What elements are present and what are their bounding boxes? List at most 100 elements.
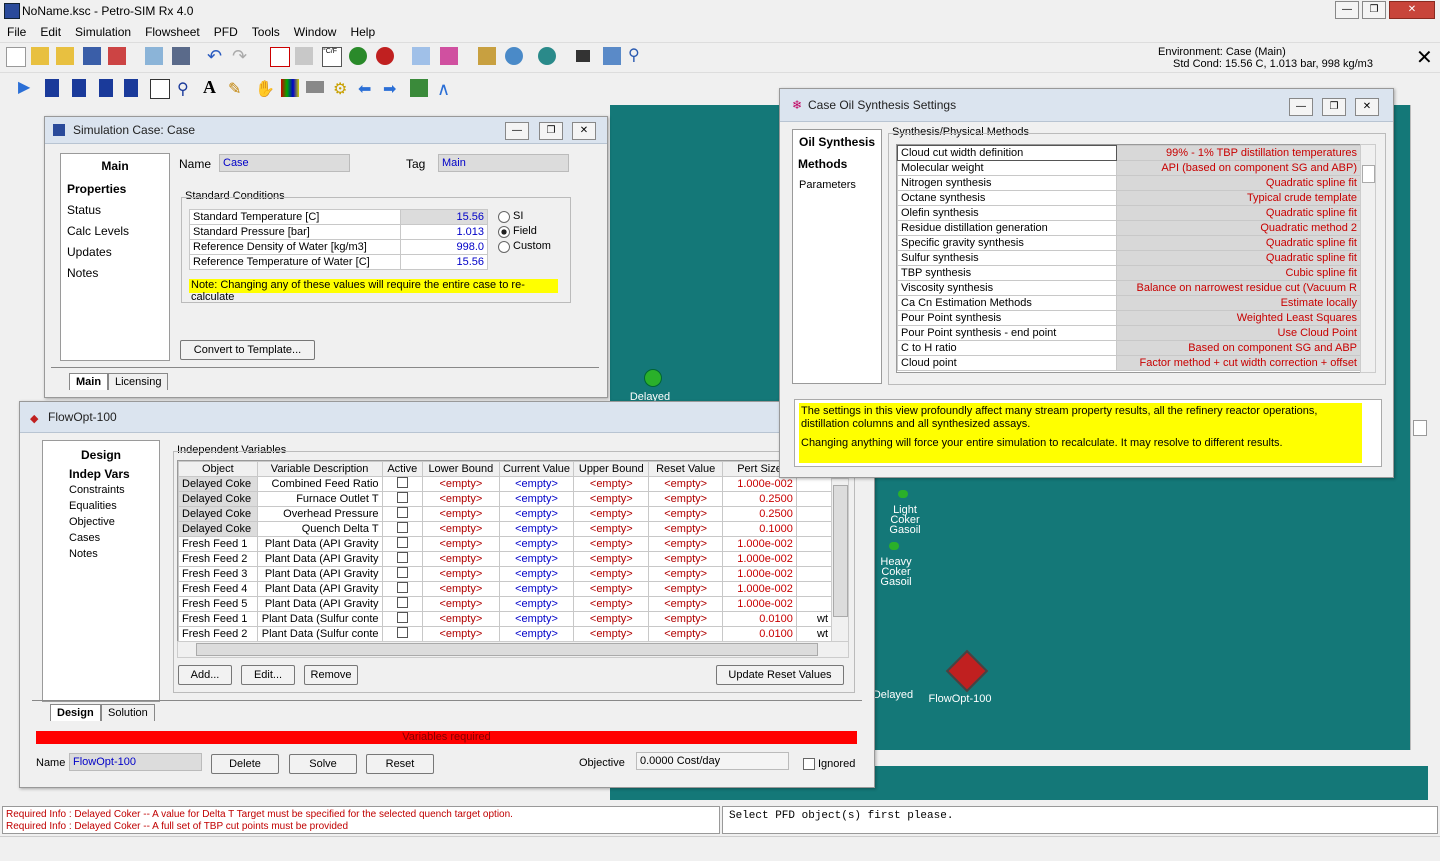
indep-var-upper-bound[interactable]: <empty>	[573, 566, 650, 582]
oil-nav-methods[interactable]: Methods	[798, 157, 847, 171]
tools-icon[interactable]	[295, 47, 313, 65]
gear-icon[interactable]: ⚙	[333, 79, 351, 98]
active-checkbox[interactable]	[396, 492, 408, 503]
synthesis-method-value[interactable]: Quadratic method 2	[1116, 220, 1361, 236]
synthesis-method-value[interactable]: 99% - 1% TBP distillation temperatures	[1116, 145, 1361, 161]
new-file-icon[interactable]	[6, 47, 26, 67]
column-icon-4[interactable]	[124, 79, 138, 97]
indep-var-current-value[interactable]: <empty>	[498, 476, 575, 492]
case-tag-field[interactable]: Main	[438, 154, 569, 172]
active-checkbox[interactable]	[396, 597, 408, 608]
case-nav-main[interactable]: Main	[61, 159, 169, 173]
indep-var-current-value[interactable]: <empty>	[498, 626, 575, 642]
indep-var-lower-bound[interactable]: <empty>	[422, 551, 500, 567]
menu-flowsheet[interactable]: Flowsheet	[138, 22, 207, 39]
indep-var-lower-bound[interactable]: <empty>	[422, 581, 500, 597]
chart-icon[interactable]	[270, 47, 290, 67]
indep-var-object[interactable]: Delayed Coke	[178, 491, 258, 507]
indep-var-current-value[interactable]: <empty>	[498, 566, 575, 582]
indep-var-pert-size[interactable]: 1.000e-002	[722, 596, 797, 612]
flowopt-nav-equalities[interactable]: Equalities	[69, 500, 117, 512]
indep-var-active[interactable]	[381, 581, 424, 597]
indep-var-upper-bound[interactable]: <empty>	[573, 611, 650, 627]
indep-var-active[interactable]	[381, 536, 424, 552]
close-doc-icon[interactable]: ✕	[1416, 45, 1433, 70]
indep-var-reset-value[interactable]: <empty>	[648, 596, 724, 612]
synthesis-method-value[interactable]: API (based on component SG and ABP)	[1116, 160, 1361, 176]
indep-var-reset-value[interactable]: <empty>	[648, 551, 724, 567]
indep-var-lower-bound[interactable]: <empty>	[422, 506, 500, 522]
indep-var-current-value[interactable]: <empty>	[498, 536, 575, 552]
tab-main[interactable]: Main	[69, 373, 109, 390]
close-button[interactable]: ✕	[1389, 1, 1435, 19]
oil-close-button[interactable]: ✕	[1355, 98, 1379, 116]
compass-icon[interactable]: ∧	[437, 79, 455, 99]
play-icon[interactable]: ▶	[18, 79, 36, 97]
flowopt-name-field[interactable]: FlowOpt-100	[69, 753, 202, 771]
radio-field[interactable]	[498, 226, 510, 238]
indep-var-active[interactable]	[381, 596, 424, 612]
indep-var-current-value[interactable]: <empty>	[498, 581, 575, 597]
column-icon-2[interactable]	[72, 79, 86, 97]
indep-var-lower-bound[interactable]: <empty>	[422, 521, 500, 537]
indep-var-row[interactable]: Delayed Coke Quench Delta T <empty> <empty>…	[178, 521, 832, 537]
indep-var-row[interactable]: Fresh Feed 3 Plant Data (API Gravity <empt…	[178, 566, 832, 582]
indep-var-upper-bound[interactable]: <empty>	[573, 536, 650, 552]
indep-var-pert-size[interactable]: 0.2500	[722, 491, 797, 507]
flow-icon[interactable]	[412, 47, 430, 65]
radio-si[interactable]	[498, 211, 510, 223]
synthesis-method-value[interactable]: Estimate locally	[1116, 295, 1361, 311]
remove-button[interactable]: Remove	[304, 665, 358, 685]
indep-var-active[interactable]	[381, 611, 424, 627]
indep-var-pert-size[interactable]: 0.0100	[722, 611, 797, 627]
indep-var-pert-size[interactable]: 1.000e-002	[722, 566, 797, 582]
indep-var-pert-size[interactable]: 1.000e-002	[722, 536, 797, 552]
indep-var-lower-bound[interactable]: <empty>	[422, 596, 500, 612]
synthesis-method-value[interactable]: Weighted Least Squares	[1116, 310, 1361, 326]
indep-var-row[interactable]: Fresh Feed 5 Plant Data (API Gravity <empt…	[178, 596, 832, 612]
indep-var-pert-size[interactable]: 1.000e-002	[722, 476, 797, 492]
radio-custom[interactable]	[498, 241, 510, 253]
flowopt-nav-indep-vars[interactable]: Indep Vars	[69, 467, 130, 481]
case-restore-button[interactable]: ❐	[539, 122, 563, 140]
oil-nav-parameters[interactable]: Parameters	[799, 179, 856, 191]
indep-var-upper-bound[interactable]: <empty>	[573, 581, 650, 597]
scroll-thumb[interactable]	[1413, 420, 1427, 436]
indep-var-upper-bound[interactable]: <empty>	[573, 506, 650, 522]
oil-restore-button[interactable]: ❐	[1322, 98, 1346, 116]
solver-green-icon[interactable]	[349, 47, 367, 65]
indep-var-upper-bound[interactable]: <empty>	[573, 476, 650, 492]
tab-design[interactable]: Design	[50, 704, 101, 721]
case-minimize-button[interactable]: —	[505, 122, 529, 140]
std-pressure-value[interactable]: 1.013	[400, 224, 488, 240]
flowopt-nav-constraints[interactable]: Constraints	[69, 484, 125, 496]
case-nav-updates[interactable]: Updates	[67, 245, 112, 259]
synthesis-method-value[interactable]: Quadratic spline fit	[1116, 250, 1361, 266]
active-checkbox[interactable]	[396, 567, 408, 578]
case-nav-notes[interactable]: Notes	[67, 266, 98, 280]
synthesis-method-value[interactable]: Quadratic spline fit	[1116, 235, 1361, 251]
active-checkbox[interactable]	[396, 582, 408, 593]
indep-var-active[interactable]	[381, 626, 424, 642]
indep-var-object[interactable]: Fresh Feed 5	[178, 596, 258, 612]
indep-var-lower-bound[interactable]: <empty>	[422, 476, 500, 492]
indep-var-active[interactable]	[381, 476, 424, 492]
menu-help[interactable]: Help	[343, 22, 382, 39]
indep-var-lower-bound[interactable]: <empty>	[422, 566, 500, 582]
indep-var-pert-size[interactable]: 1.000e-002	[722, 581, 797, 597]
indep-var-pert-size[interactable]: 0.2500	[722, 506, 797, 522]
indep-var-row[interactable]: Fresh Feed 2 Plant Data (Sulfur conte <emp…	[178, 626, 832, 642]
open-folder-icon[interactable]	[31, 47, 49, 65]
indep-var-upper-bound[interactable]: <empty>	[573, 551, 650, 567]
indep-var-lower-bound[interactable]: <empty>	[422, 626, 500, 642]
synthesis-method-value[interactable]: Factor method + cut width correction + o…	[1116, 355, 1361, 371]
synthesis-method-value[interactable]: Quadratic spline fit	[1116, 175, 1361, 191]
oil-minimize-button[interactable]: —	[1289, 98, 1313, 116]
indep-var-upper-bound[interactable]: <empty>	[573, 626, 650, 642]
menu-simulation[interactable]: Simulation	[68, 22, 138, 39]
active-checkbox[interactable]	[396, 627, 408, 638]
case-close-button[interactable]: ✕	[572, 122, 596, 140]
indep-var-reset-value[interactable]: <empty>	[648, 566, 724, 582]
binoculars-icon[interactable]	[576, 50, 590, 62]
synthesis-scroll-thumb[interactable]	[1362, 165, 1375, 183]
